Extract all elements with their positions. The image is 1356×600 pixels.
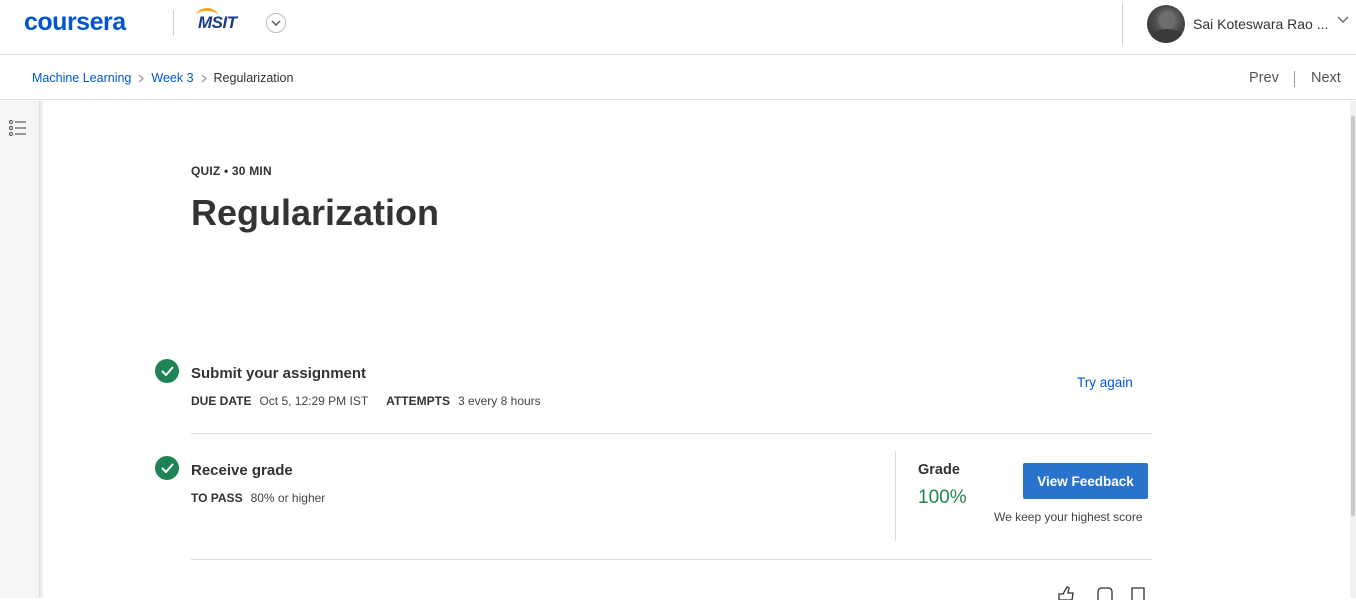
breadcrumb: Machine Learning Week 3 Regularization xyxy=(32,71,293,85)
chevron-down-icon[interactable] xyxy=(1337,16,1349,24)
page-title: Regularization xyxy=(191,192,440,233)
grade-label: Grade xyxy=(918,462,960,478)
section-divider xyxy=(191,559,1152,560)
avatar[interactable] xyxy=(1147,5,1185,43)
partner-logo[interactable]: MSIT xyxy=(196,8,252,36)
chevron-right-icon xyxy=(138,74,145,83)
grade-step-title: Receive grade xyxy=(191,462,293,479)
highest-score-note: We keep your highest score xyxy=(994,510,1143,524)
check-icon xyxy=(155,456,179,480)
breadcrumb-link-course[interactable]: Machine Learning xyxy=(32,71,131,85)
attempts-label: ATTEMPTS xyxy=(386,394,450,408)
header-divider xyxy=(173,10,174,36)
coursera-logo[interactable]: coursera xyxy=(24,8,126,37)
outline-list-icon[interactable] xyxy=(9,120,27,136)
scrollbar-thumb[interactable] xyxy=(1351,116,1355,516)
rail-shadow xyxy=(40,101,44,598)
grade-step-meta: TO PASS 80% or higher xyxy=(191,491,343,505)
chevron-down-icon xyxy=(271,20,281,26)
breadcrumb-current: Regularization xyxy=(213,71,294,85)
due-date-label: DUE DATE xyxy=(191,394,252,408)
grade-divider xyxy=(895,451,896,541)
due-date-value: Oct 5, 12:29 PM IST xyxy=(259,394,369,408)
nav-divider xyxy=(1294,71,1295,87)
quiz-eyebrow: QUIZ • 30 MIN xyxy=(191,164,272,178)
breadcrumb-link-week[interactable]: Week 3 xyxy=(151,71,193,85)
prev-link[interactable]: Prev xyxy=(1249,70,1279,86)
course-outline-rail xyxy=(0,101,40,598)
header-divider-right xyxy=(1122,3,1123,45)
to-pass-label: TO PASS xyxy=(191,491,243,505)
submit-step-title: Submit your assignment xyxy=(191,365,367,382)
section-divider xyxy=(191,433,1152,434)
top-bar: coursera MSIT Sai Koteswara Rao ... xyxy=(0,0,1356,55)
next-link[interactable]: Next xyxy=(1311,70,1341,86)
grade-value: 100% xyxy=(918,487,967,508)
chevron-right-icon xyxy=(201,74,207,83)
user-name[interactable]: Sai Koteswara Rao ... xyxy=(1193,16,1328,32)
attempts-value: 3 every 8 hours xyxy=(457,394,541,408)
submit-step-meta: DUE DATE Oct 5, 12:29 PM IST ATTEMPTS 3 … xyxy=(191,394,559,408)
to-pass-value: 80% or higher xyxy=(250,491,326,505)
breadcrumb-bar: Machine Learning Week 3 Regularization P… xyxy=(0,56,1356,100)
view-feedback-button[interactable]: View Feedback xyxy=(1023,463,1148,499)
partner-dropdown-button[interactable] xyxy=(266,13,286,33)
check-icon xyxy=(155,359,179,383)
try-again-link[interactable]: Try again xyxy=(1077,375,1133,390)
partner-logo-text: MSIT xyxy=(198,13,237,32)
